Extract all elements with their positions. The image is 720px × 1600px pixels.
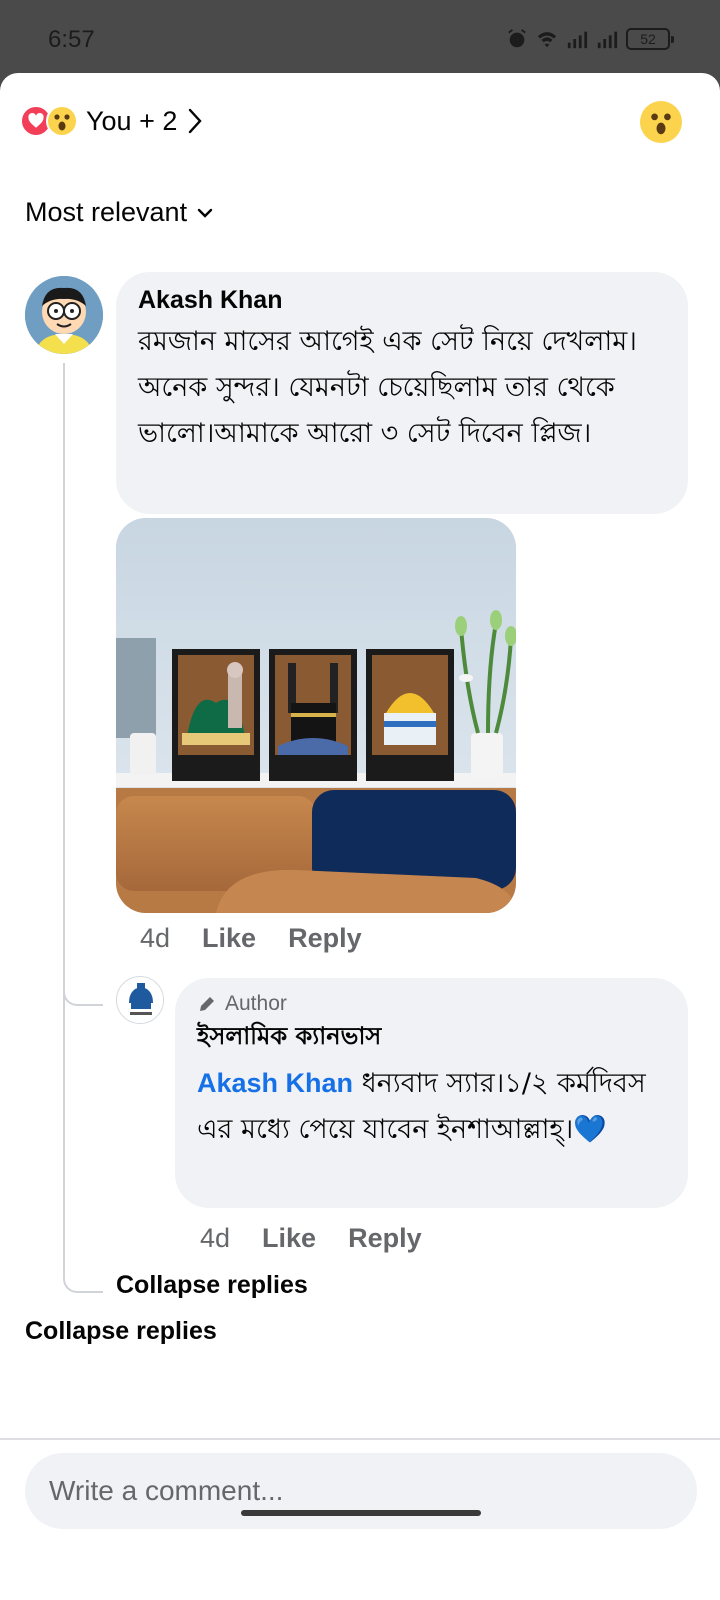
collapse-replies-nested[interactable]: Collapse replies <box>116 1271 308 1300</box>
sort-label: Most relevant <box>25 197 188 227</box>
reply-author[interactable]: ইসলামিক ক্যানভাস <box>197 1018 666 1058</box>
signal-icon-2 <box>597 31 618 49</box>
reply-button[interactable]: Reply <box>288 923 362 954</box>
comment-photo[interactable] <box>116 518 516 913</box>
thread-connector <box>63 1243 103 1293</box>
author-badge: Author <box>197 992 666 1016</box>
wow-reaction-icon[interactable] <box>640 101 682 143</box>
sort-dropdown[interactable]: Most relevant <box>25 197 213 228</box>
status-icons: 52 <box>506 28 674 50</box>
divider <box>0 1438 720 1440</box>
wifi-icon <box>537 32 557 48</box>
status-time: 6:57 <box>48 26 95 53</box>
thread-connector <box>63 978 103 1006</box>
signal-icon <box>567 31 588 49</box>
wow-icon <box>46 105 78 137</box>
thread-line <box>63 363 103 1005</box>
gesture-nav-bar[interactable] <box>241 1510 481 1516</box>
pencil-icon <box>200 997 214 1011</box>
comment-bubble[interactable]: Akash Khan রমজান মাসের আগেই এক সেট নিয়ে… <box>116 272 688 514</box>
battery-indicator: 52 <box>626 28 674 50</box>
reply-bubble[interactable]: Author ইসলামিক ক্যানভাস Akash Khan ধন্যব… <box>175 978 688 1208</box>
comment-composer[interactable] <box>25 1453 697 1529</box>
chevron-right-icon <box>189 108 202 134</box>
alarm-icon <box>508 29 526 48</box>
status-bar: 6:57 52 <box>0 0 720 76</box>
comment-actions: 4d Like Reply <box>140 923 362 954</box>
comment-text: রমজান মাসের আগেই এক সেট নিয়ে দেখলাম।অনে… <box>138 326 637 449</box>
avatar[interactable] <box>25 276 103 354</box>
reply-like-button[interactable]: Like <box>262 1223 316 1254</box>
collapse-replies[interactable]: Collapse replies <box>25 1317 217 1346</box>
comment-input[interactable] <box>49 1475 673 1507</box>
page-avatar[interactable] <box>116 976 164 1024</box>
thread-line <box>63 1003 103 1265</box>
comment-time[interactable]: 4d <box>140 923 170 954</box>
comment-author[interactable]: Akash Khan <box>138 286 666 315</box>
chevron-down-icon <box>197 208 213 218</box>
reply-reply-button[interactable]: Reply <box>348 1223 422 1254</box>
reactions-count: You + 2 <box>86 105 178 136</box>
mention-link[interactable]: Akash Khan <box>197 1068 353 1098</box>
reactions-summary[interactable]: You + 2 <box>20 101 203 141</box>
comments-sheet: You + 2 Most relevant Akash Khan রমজান ম… <box>0 73 720 1600</box>
reply-actions: 4d Like Reply <box>200 1223 422 1254</box>
like-button[interactable]: Like <box>202 923 256 954</box>
reply-text: Akash Khan ধন্যবাদ স্যার।১/২ কর্মদিবস এর… <box>197 1060 666 1153</box>
author-badge-label: Author <box>225 992 287 1015</box>
reply-time[interactable]: 4d <box>200 1223 230 1254</box>
